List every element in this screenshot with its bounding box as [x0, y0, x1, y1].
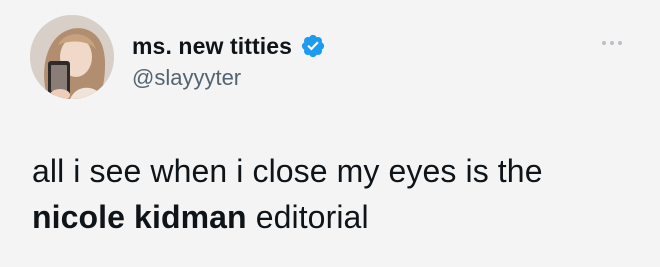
- tweet-text-rest: editorial: [246, 199, 369, 235]
- tweet-text: all i see when i close my eyes is the ni…: [32, 148, 632, 240]
- more-options-icon[interactable]: [602, 38, 626, 48]
- author-name-row: ms. new titties: [132, 32, 326, 60]
- more-dot: [602, 41, 606, 45]
- display-name[interactable]: ms. new titties: [132, 32, 292, 60]
- more-dot: [618, 41, 622, 45]
- handle[interactable]: @slayyyter: [132, 65, 241, 91]
- more-dot: [610, 41, 614, 45]
- verified-badge-icon: [300, 33, 326, 59]
- tweet-text-bold: nicole kidman: [32, 199, 247, 235]
- tweet-text-line-2: nicole kidman editorial: [32, 194, 632, 240]
- avatar[interactable]: [30, 15, 114, 99]
- tweet-text-line-1: all i see when i close my eyes is the: [32, 153, 543, 189]
- tweet-card: ms. new titties @slayyyter all i see whe…: [0, 0, 660, 267]
- avatar-image: [30, 15, 114, 99]
